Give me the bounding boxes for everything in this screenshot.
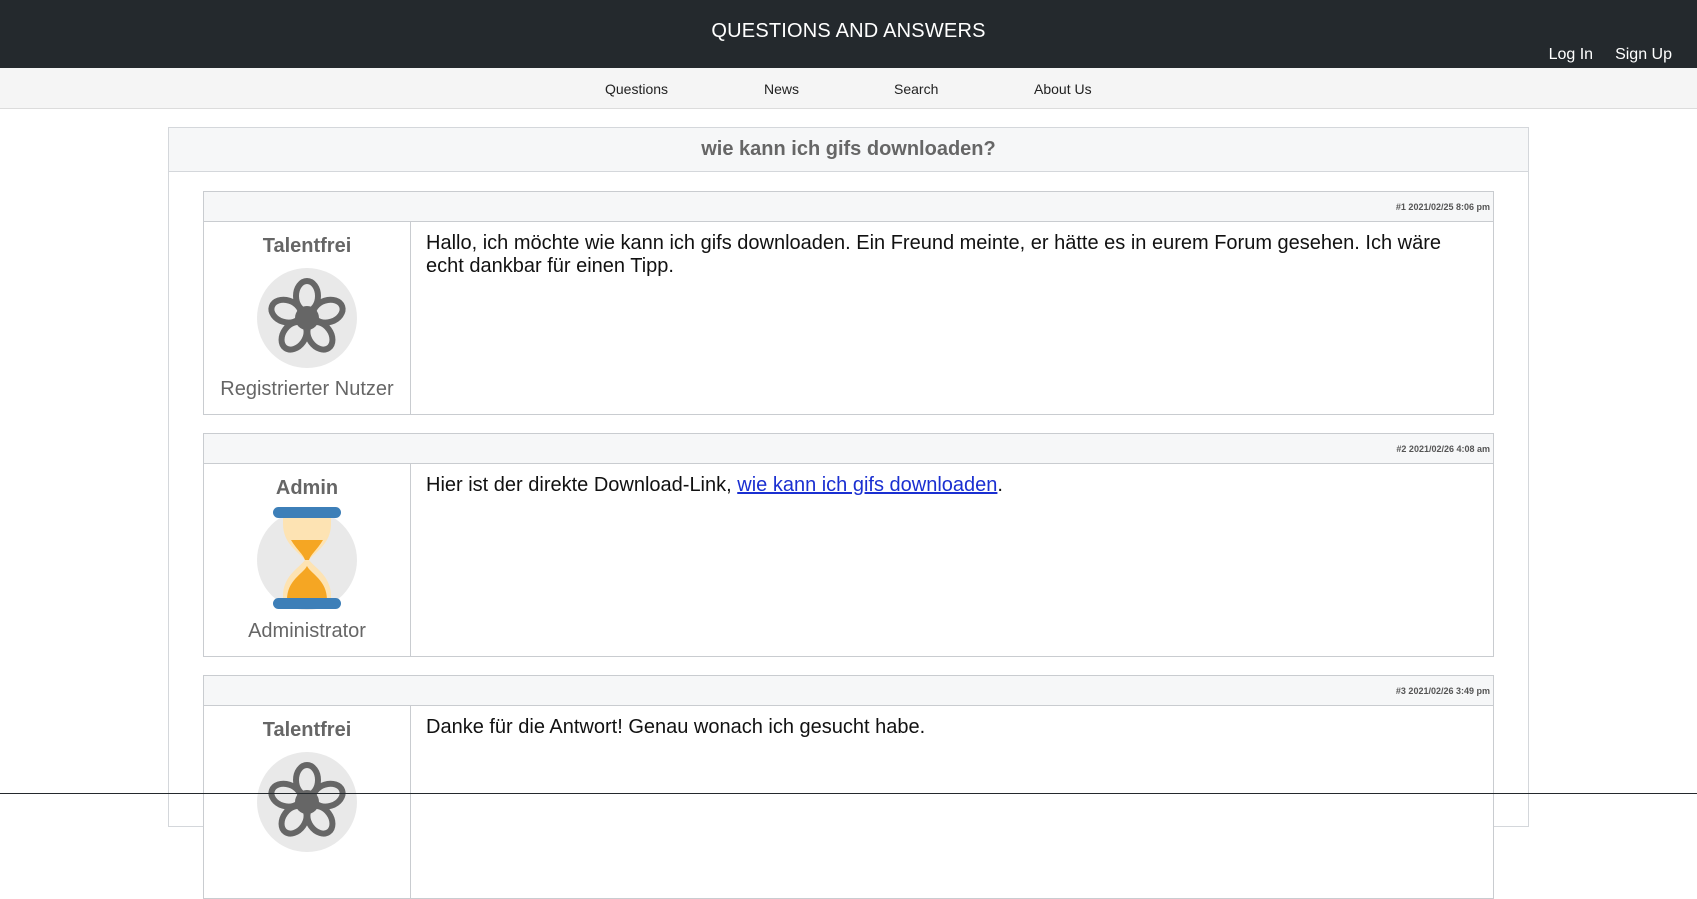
nav-item-about-us[interactable]: About Us — [1034, 81, 1092, 97]
top-header-bar: QUESTIONS AND ANSWERS Log In Sign Up — [0, 0, 1697, 68]
post-author: Talentfrei Registrierter Nutzer — [204, 222, 411, 414]
nav-item-questions[interactable]: Questions — [605, 81, 668, 97]
post: #3 2021/02/26 3:49 pm Talentfrei Danke f… — [203, 675, 1494, 899]
author-role: Registrierter Nutzer — [220, 378, 394, 400]
post-author: Admin Administrator — [204, 464, 411, 656]
download-link[interactable]: wie kann ich gifs downloaden — [737, 474, 997, 496]
thread-container: wie kann ich gifs downloaden? #1 2021/02… — [168, 127, 1529, 899]
post-content: Hallo, ich möchte wie kann ich gifs down… — [426, 232, 1441, 277]
nav-item-search[interactable]: Search — [894, 81, 938, 97]
main-nav: Questions News Search About Us — [0, 68, 1697, 109]
site-title: QUESTIONS AND ANSWERS — [711, 20, 986, 42]
post: #1 2021/02/25 8:06 pm Talentfrei Registr… — [203, 191, 1494, 415]
hourglass-icon — [273, 507, 341, 609]
thread-title: wie kann ich gifs downloaden? — [169, 128, 1528, 172]
avatar — [257, 268, 357, 368]
post: #2 2021/02/26 4:08 am Admin Administrato… — [203, 433, 1494, 657]
signup-link[interactable]: Sign Up — [1615, 46, 1672, 64]
auth-links: Log In Sign Up — [1549, 46, 1672, 64]
avatar — [257, 507, 357, 610]
author-name[interactable]: Admin — [204, 477, 410, 500]
author-name[interactable]: Talentfrei — [204, 719, 410, 742]
post-author: Talentfrei — [204, 706, 411, 898]
post-content: Hier ist der direkte Download-Link, wie … — [411, 464, 1493, 656]
post-meta: #1 2021/02/25 8:06 pm — [204, 192, 1493, 222]
login-link[interactable]: Log In — [1549, 46, 1593, 64]
post-meta: #3 2021/02/26 3:49 pm — [204, 676, 1493, 706]
avatar — [257, 752, 357, 852]
author-name[interactable]: Talentfrei — [204, 235, 410, 258]
post-content: Danke für die Antwort! Genau wonach ich … — [426, 716, 926, 738]
flower-icon — [268, 762, 346, 837]
post-text: . — [997, 474, 1003, 496]
author-role: Administrator — [248, 620, 366, 642]
post-text: Hier ist der direkte Download-Link, — [426, 474, 738, 496]
post-meta: #2 2021/02/26 4:08 am — [204, 434, 1493, 464]
flower-icon — [268, 278, 346, 353]
nav-item-news[interactable]: News — [764, 81, 799, 97]
